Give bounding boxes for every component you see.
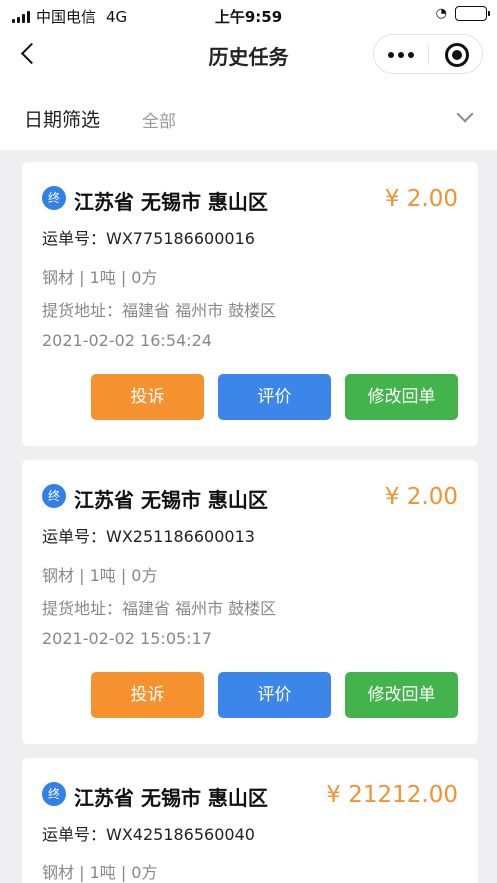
status-right: ◔ (435, 6, 490, 21)
waybill-number: 运单号：WX251186600013 (42, 527, 255, 546)
capsule-divider (428, 45, 429, 65)
cargo-info: 钢材 | 1吨 | 0方 (42, 268, 158, 287)
rotation-lock-icon: ◔ (435, 6, 447, 21)
final-status-badge: 终 (42, 782, 66, 806)
task-card[interactable]: 终 江苏省 无锡市 惠山区 ¥ 2.00 运单号：WX775186600016 … (22, 162, 478, 446)
task-datetime: 2021-02-02 15:05:17 (42, 629, 212, 648)
task-region: 江苏省 无锡市 惠山区 (74, 190, 268, 214)
date-filter-value[interactable]: 全部 (142, 107, 176, 132)
cargo-info: 钢材 | 1吨 | 0方 (42, 863, 158, 882)
task-region: 江苏省 无锡市 惠山区 (74, 488, 268, 512)
status-bar: 中国电信 4G 上午9:59 ◔ (0, 0, 497, 30)
cargo-info: 钢材 | 1吨 | 0方 (42, 566, 158, 585)
task-card[interactable]: 终 江苏省 无锡市 惠山区 ¥ 2.00 运单号：WX251186600013 … (22, 460, 478, 744)
target-circle-icon[interactable] (445, 43, 469, 67)
nav-bar: 历史任务 (0, 30, 497, 80)
review-button[interactable]: 评价 (218, 374, 331, 420)
edit-receipt-button[interactable]: 修改回单 (345, 672, 458, 718)
mini-program-capsule (373, 34, 483, 74)
review-button[interactable]: 评价 (218, 672, 331, 718)
edit-receipt-button[interactable]: 修改回单 (345, 374, 458, 420)
waybill-number: 运单号：WX775186600016 (42, 229, 255, 248)
date-filter[interactable]: 日期筛选 全部 (0, 80, 497, 150)
complain-button[interactable]: 投诉 (91, 374, 204, 420)
status-time: 上午9:59 (214, 8, 283, 26)
more-dots-icon[interactable] (388, 52, 414, 58)
pickup-address: 提货地址：福建省 福州市 鼓楼区 (42, 301, 277, 320)
chevron-down-icon[interactable] (456, 105, 474, 123)
task-datetime: 2021-02-02 16:54:24 (42, 331, 212, 350)
task-region: 江苏省 无锡市 惠山区 (74, 786, 268, 810)
task-card[interactable]: 终 江苏省 无锡市 惠山区 ¥ 21212.00 运单号：WX425186560… (22, 758, 478, 883)
final-status-badge: 终 (42, 186, 66, 210)
waybill-number: 运单号：WX425186560040 (42, 825, 255, 844)
final-status-badge: 终 (42, 484, 66, 508)
task-price: ¥ 2.00 (384, 484, 458, 510)
task-price: ¥ 21212.00 (326, 782, 458, 808)
date-filter-label: 日期筛选 (24, 109, 101, 131)
battery-icon (455, 6, 490, 21)
task-price: ¥ 2.00 (384, 186, 458, 212)
pickup-address: 提货地址：福建省 福州市 鼓楼区 (42, 599, 277, 618)
complain-button[interactable]: 投诉 (91, 672, 204, 718)
